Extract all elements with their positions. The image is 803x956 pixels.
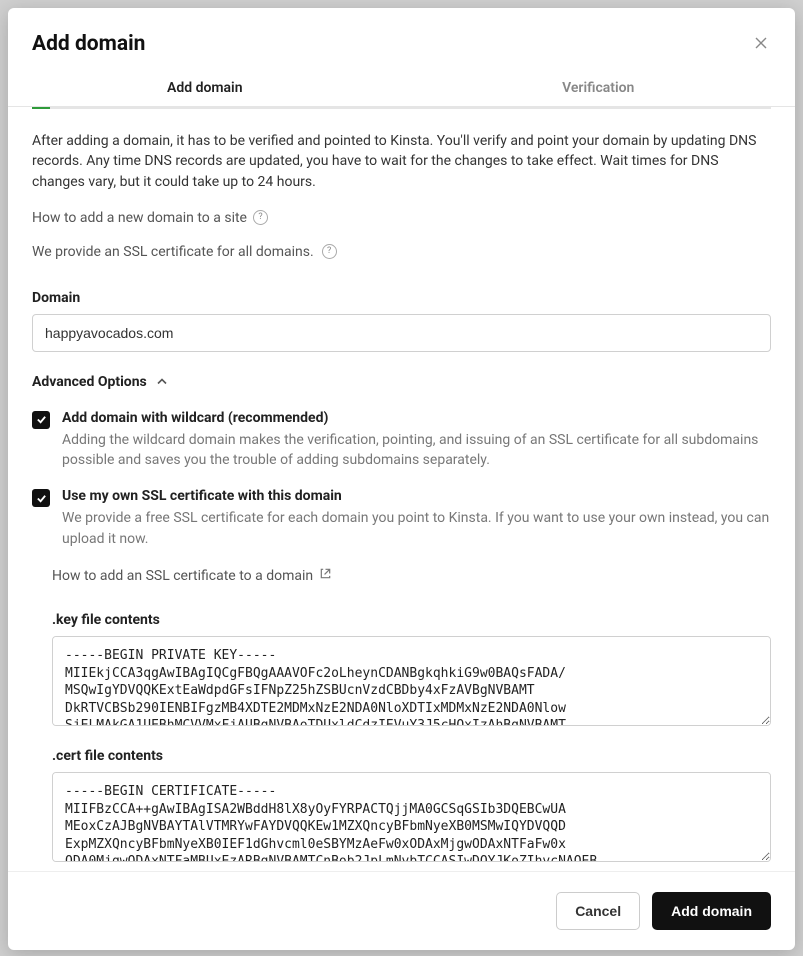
advanced-options-label: Advanced Options [32,374,147,390]
domain-field: Domain [32,290,771,352]
help-icon: ? [253,210,268,225]
tab-add-domain[interactable]: Add domain [8,68,402,106]
ssl-info-row: We provide an SSL certificate for all do… [32,244,771,260]
close-button[interactable] [751,33,771,55]
wildcard-desc: Adding the wildcard domain makes the ver… [62,430,771,471]
wildcard-title: Add domain with wildcard (recommended) [62,410,771,426]
own-ssl-checkbox[interactable] [32,489,50,507]
add-domain-button[interactable]: Add domain [652,892,771,930]
close-icon [755,37,767,49]
tabs: Add domain Verification [8,68,795,107]
chevron-up-icon [157,375,167,388]
wildcard-checkbox[interactable] [32,411,50,429]
howto-add-domain-text: How to add a new domain to a site [32,210,247,226]
tab-verification[interactable]: Verification [402,68,796,106]
key-field: .key file contents [52,612,771,730]
wildcard-option: Add domain with wildcard (recommended) A… [32,410,771,471]
intro-text: After adding a domain, it has to be veri… [32,131,771,192]
cert-textarea[interactable] [52,772,771,862]
own-ssl-desc: We provide a free SSL certificate for ea… [62,508,771,549]
key-label: .key file contents [52,612,771,628]
own-ssl-text: Use my own SSL certificate with this dom… [62,488,771,549]
check-icon [36,493,47,504]
domain-input[interactable] [32,314,771,352]
howto-ssl-link[interactable]: How to add an SSL certificate to a domai… [52,567,771,584]
modal-header: Add domain [8,8,795,68]
cert-label: .cert file contents [52,748,771,764]
external-link-icon [319,567,332,584]
help-icon[interactable]: ? [322,244,337,259]
own-ssl-option: Use my own SSL certificate with this dom… [32,488,771,549]
own-ssl-title: Use my own SSL certificate with this dom… [62,488,771,504]
cancel-button[interactable]: Cancel [556,892,640,930]
domain-label: Domain [32,290,771,306]
cert-field: .cert file contents [52,748,771,866]
wildcard-text: Add domain with wildcard (recommended) A… [62,410,771,471]
check-icon [36,414,47,425]
advanced-options-toggle[interactable]: Advanced Options [32,374,771,390]
modal-title: Add domain [32,32,145,56]
progress-track [32,107,771,109]
howto-ssl-text: How to add an SSL certificate to a domai… [52,568,313,584]
add-domain-modal: Add domain Add domain Verification After… [8,8,795,950]
progress-fill [32,107,50,109]
modal-footer: Cancel Add domain [8,871,795,950]
ssl-upload-section: How to add an SSL certificate to a domai… [32,567,771,866]
key-textarea[interactable] [52,636,771,726]
howto-add-domain-link[interactable]: How to add a new domain to a site ? [32,210,771,226]
modal-content: After adding a domain, it has to be veri… [8,109,795,871]
ssl-info-text: We provide an SSL certificate for all do… [32,244,314,260]
